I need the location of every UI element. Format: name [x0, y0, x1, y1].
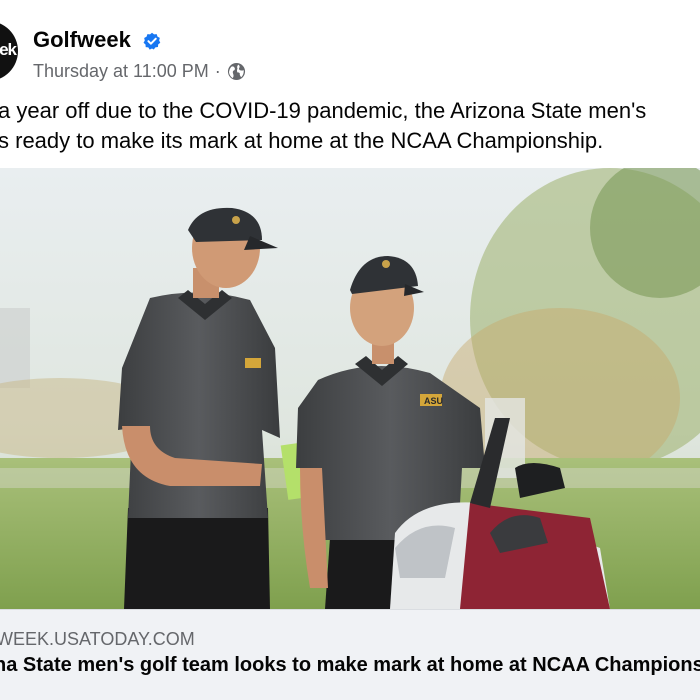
post-timestamp[interactable]: Thursday at 11:00 PM [33, 61, 209, 82]
verified-badge-icon [143, 32, 161, 50]
page-avatar[interactable]: ek [0, 21, 18, 81]
post-meta: Thursday at 11:00 PM · [33, 61, 246, 82]
link-preview-card[interactable]: WEEK.USATODAY.COM na State men's golf te… [0, 609, 700, 700]
link-domain: WEEK.USATODAY.COM [0, 629, 195, 649]
globe-icon[interactable] [227, 62, 246, 81]
page-name-link[interactable]: Golfweek [33, 27, 131, 53]
facebook-post: ek Golfweek Thursday at 11:00 PM · a yea… [0, 0, 700, 700]
post-photo[interactable]: ASU [0, 168, 700, 609]
caption-line-2: s ready to make its mark at home at the … [0, 128, 604, 153]
post-caption: a year off due to the COVID-19 pandemic,… [0, 96, 700, 156]
avatar-logo-text: ek [0, 40, 17, 59]
shirt-logo-text: ASU [424, 396, 443, 406]
link-headline[interactable]: na State men's golf team looks to make m… [0, 654, 700, 677]
meta-separator: · [214, 61, 221, 81]
caption-line-1: a year off due to the COVID-19 pandemic,… [0, 98, 647, 123]
golfers-photo-illustration: ASU [0, 168, 700, 609]
